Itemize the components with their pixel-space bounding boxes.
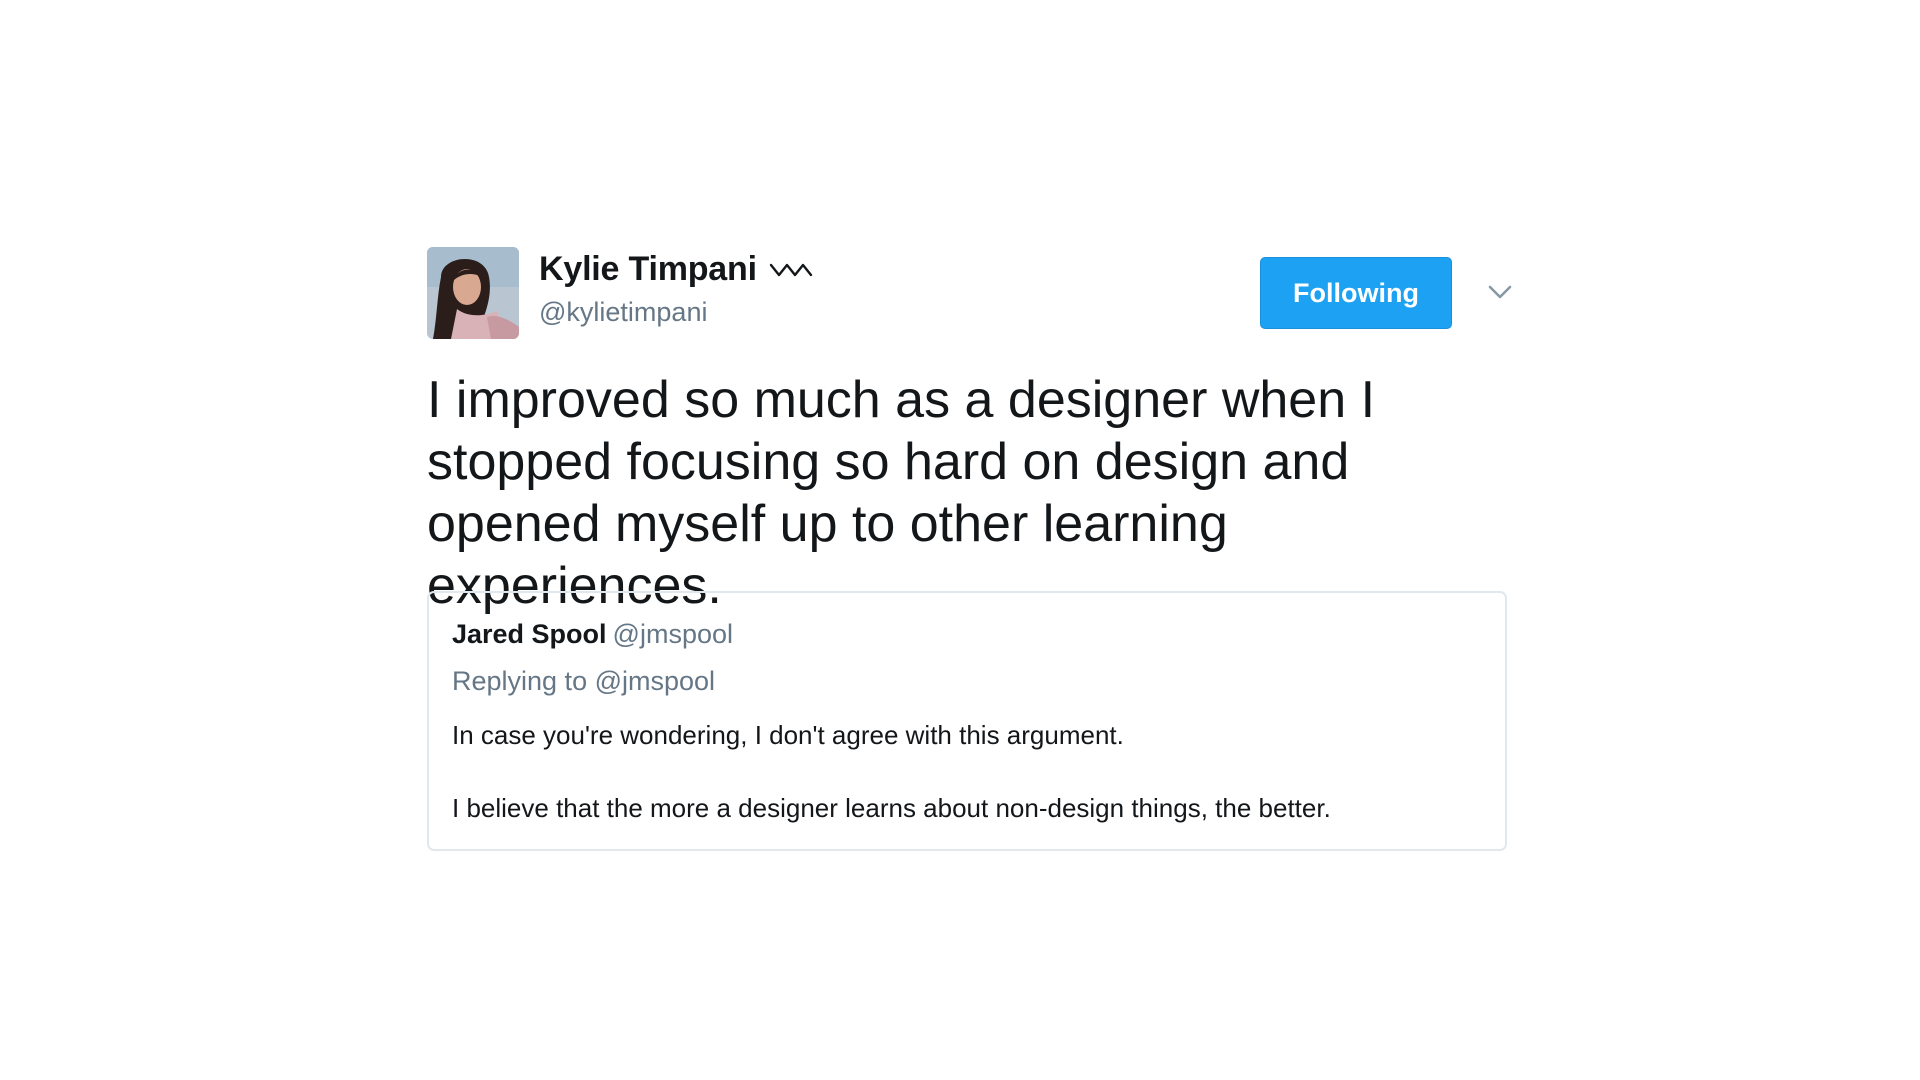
quoted-tweet[interactable]: Jared Spool @jmspool Replying to @jmspool… xyxy=(427,591,1507,851)
tweet-text-line: I improved so much as a designer when I xyxy=(427,371,1376,429)
tweet-text-line: stopped focusing so hard on design and xyxy=(427,433,1350,491)
author-handle[interactable]: @kylietimpani xyxy=(539,297,707,328)
tweet-header: Kylie Timpani @kylietimpani Following xyxy=(427,247,1512,339)
tweet-menu-button[interactable] xyxy=(1480,275,1520,309)
replying-to-label: Replying to @jmspool xyxy=(452,666,716,696)
following-button[interactable]: Following xyxy=(1260,257,1452,329)
avatar[interactable] xyxy=(427,247,519,339)
author-name-row: Kylie Timpani xyxy=(539,250,813,289)
quoted-tweet-header: Jared Spool @jmspool xyxy=(452,619,733,650)
squiggle-icon xyxy=(769,260,813,280)
quoted-tweet-text: I believe that the more a designer learn… xyxy=(452,793,1331,823)
quoted-author-handle: @jmspool xyxy=(612,619,733,649)
tweet-text: I improved so much as a designer when I … xyxy=(427,369,1507,617)
chevron-down-icon xyxy=(1488,285,1512,299)
quoted-author-name: Jared Spool xyxy=(452,619,607,649)
avatar-photo xyxy=(427,247,519,339)
quoted-tweet-text: In case you're wondering, I don't agree … xyxy=(452,720,1124,750)
author-display-name[interactable]: Kylie Timpani xyxy=(539,250,757,289)
tweet-card: Kylie Timpani @kylietimpani Following I … xyxy=(427,247,1512,851)
